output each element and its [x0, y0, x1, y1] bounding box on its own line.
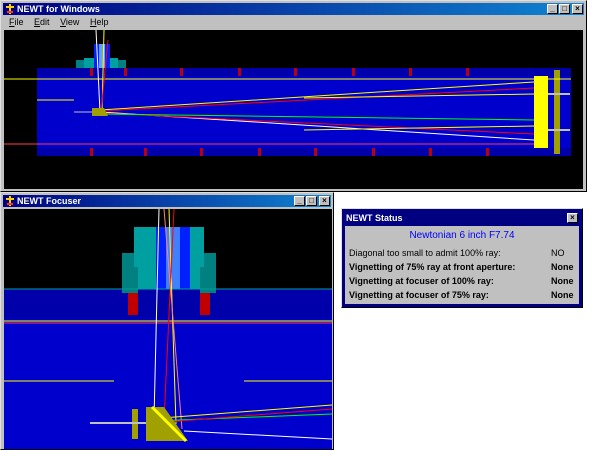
newt-app-icon — [6, 4, 14, 14]
status-window-title: NEWT Status — [346, 213, 403, 223]
minimize-button[interactable]: _ — [547, 4, 558, 14]
status-panel: Newtonian 6 inch F7.74 Diagonal too smal… — [345, 226, 579, 304]
spider-mark-bottom — [372, 148, 375, 156]
status-row-label: Vignetting at focuser of 100% ray: — [349, 276, 494, 286]
tube-bottom-wall — [37, 148, 571, 156]
main-window-title: NEWT for Windows — [17, 4, 100, 14]
focuser-knob-right — [118, 60, 126, 68]
spider-mark-top — [352, 68, 355, 76]
spider-mark-top — [466, 68, 469, 76]
primary-mirror — [534, 76, 548, 148]
tube-wall — [4, 289, 332, 319]
status-row-value: None — [551, 290, 574, 300]
focuser-diagram — [4, 209, 332, 449]
status-row: Diagonal too small to admit 100% ray: NO — [349, 248, 575, 260]
minimize-button[interactable]: _ — [294, 196, 305, 206]
focuser-window-title: NEWT Focuser — [17, 196, 82, 206]
spider-mark-bottom — [258, 148, 261, 156]
main-window: NEWT for Windows _ □ × File Edit View He… — [0, 0, 587, 192]
mount-block — [200, 293, 210, 315]
spider-mark-bottom — [486, 148, 489, 156]
spider-mark-top — [90, 68, 93, 76]
menu-edit[interactable]: Edit — [34, 16, 50, 28]
mount-block — [128, 293, 138, 315]
spider-mark-bottom — [200, 148, 203, 156]
close-button[interactable]: × — [319, 196, 330, 206]
menu-file[interactable]: File — [9, 16, 24, 28]
main-menubar: File Edit View Help — [3, 16, 584, 28]
spider-mark-bottom — [314, 148, 317, 156]
spider-mark-bottom — [90, 148, 93, 156]
main-titlebar[interactable]: NEWT for Windows _ □ × — [3, 3, 584, 15]
status-row: Vignetting at focuser of 75% ray: None — [349, 290, 575, 302]
status-row-label: Vignetting at focuser of 75% ray: — [349, 290, 489, 300]
telescope-diagram — [4, 30, 571, 156]
newt-app-icon — [6, 196, 14, 206]
status-row-value: NO — [551, 248, 565, 258]
tube-top-wall — [37, 68, 571, 76]
menu-view[interactable]: View — [60, 16, 79, 28]
status-window: NEWT Status × Newtonian 6 inch F7.74 Dia… — [341, 208, 583, 308]
spider-mark-top — [238, 68, 241, 76]
telescope-canvas[interactable] — [4, 30, 583, 189]
menu-help[interactable]: Help — [90, 16, 109, 28]
focuser-titlebar[interactable]: NEWT Focuser _ □ × — [3, 195, 331, 207]
design-name: Newtonian 6 inch F7.74 — [409, 230, 515, 241]
spider-mark-top — [409, 68, 412, 76]
focuser-knob-left — [76, 60, 84, 68]
spider-mark-top — [294, 68, 297, 76]
focuser-drawtube-inner — [99, 44, 105, 68]
spider-mark-bottom — [429, 148, 432, 156]
status-row: Vignetting at focuser of 100% ray: None — [349, 276, 575, 288]
spider-mark-top — [180, 68, 183, 76]
maximize-button[interactable]: □ — [306, 196, 317, 206]
focuser-window: NEWT Focuser _ □ × — [0, 192, 334, 450]
status-row-value: None — [551, 276, 574, 286]
mirror-cell — [554, 70, 560, 154]
status-row-label: Diagonal too small to admit 100% ray: — [349, 248, 501, 258]
focuser-canvas[interactable] — [4, 209, 332, 449]
status-row-label: Vignetting of 75% ray at front aperture: — [349, 262, 516, 272]
maximize-button[interactable]: □ — [559, 4, 570, 14]
status-row-value: None — [551, 262, 574, 272]
status-row: Vignetting of 75% ray at front aperture:… — [349, 262, 575, 274]
spider-mark-top — [124, 68, 127, 76]
spider-mark-bottom — [144, 148, 147, 156]
tube-body — [37, 68, 571, 156]
close-button[interactable]: × — [572, 4, 583, 14]
status-close-button[interactable]: × — [567, 213, 578, 223]
